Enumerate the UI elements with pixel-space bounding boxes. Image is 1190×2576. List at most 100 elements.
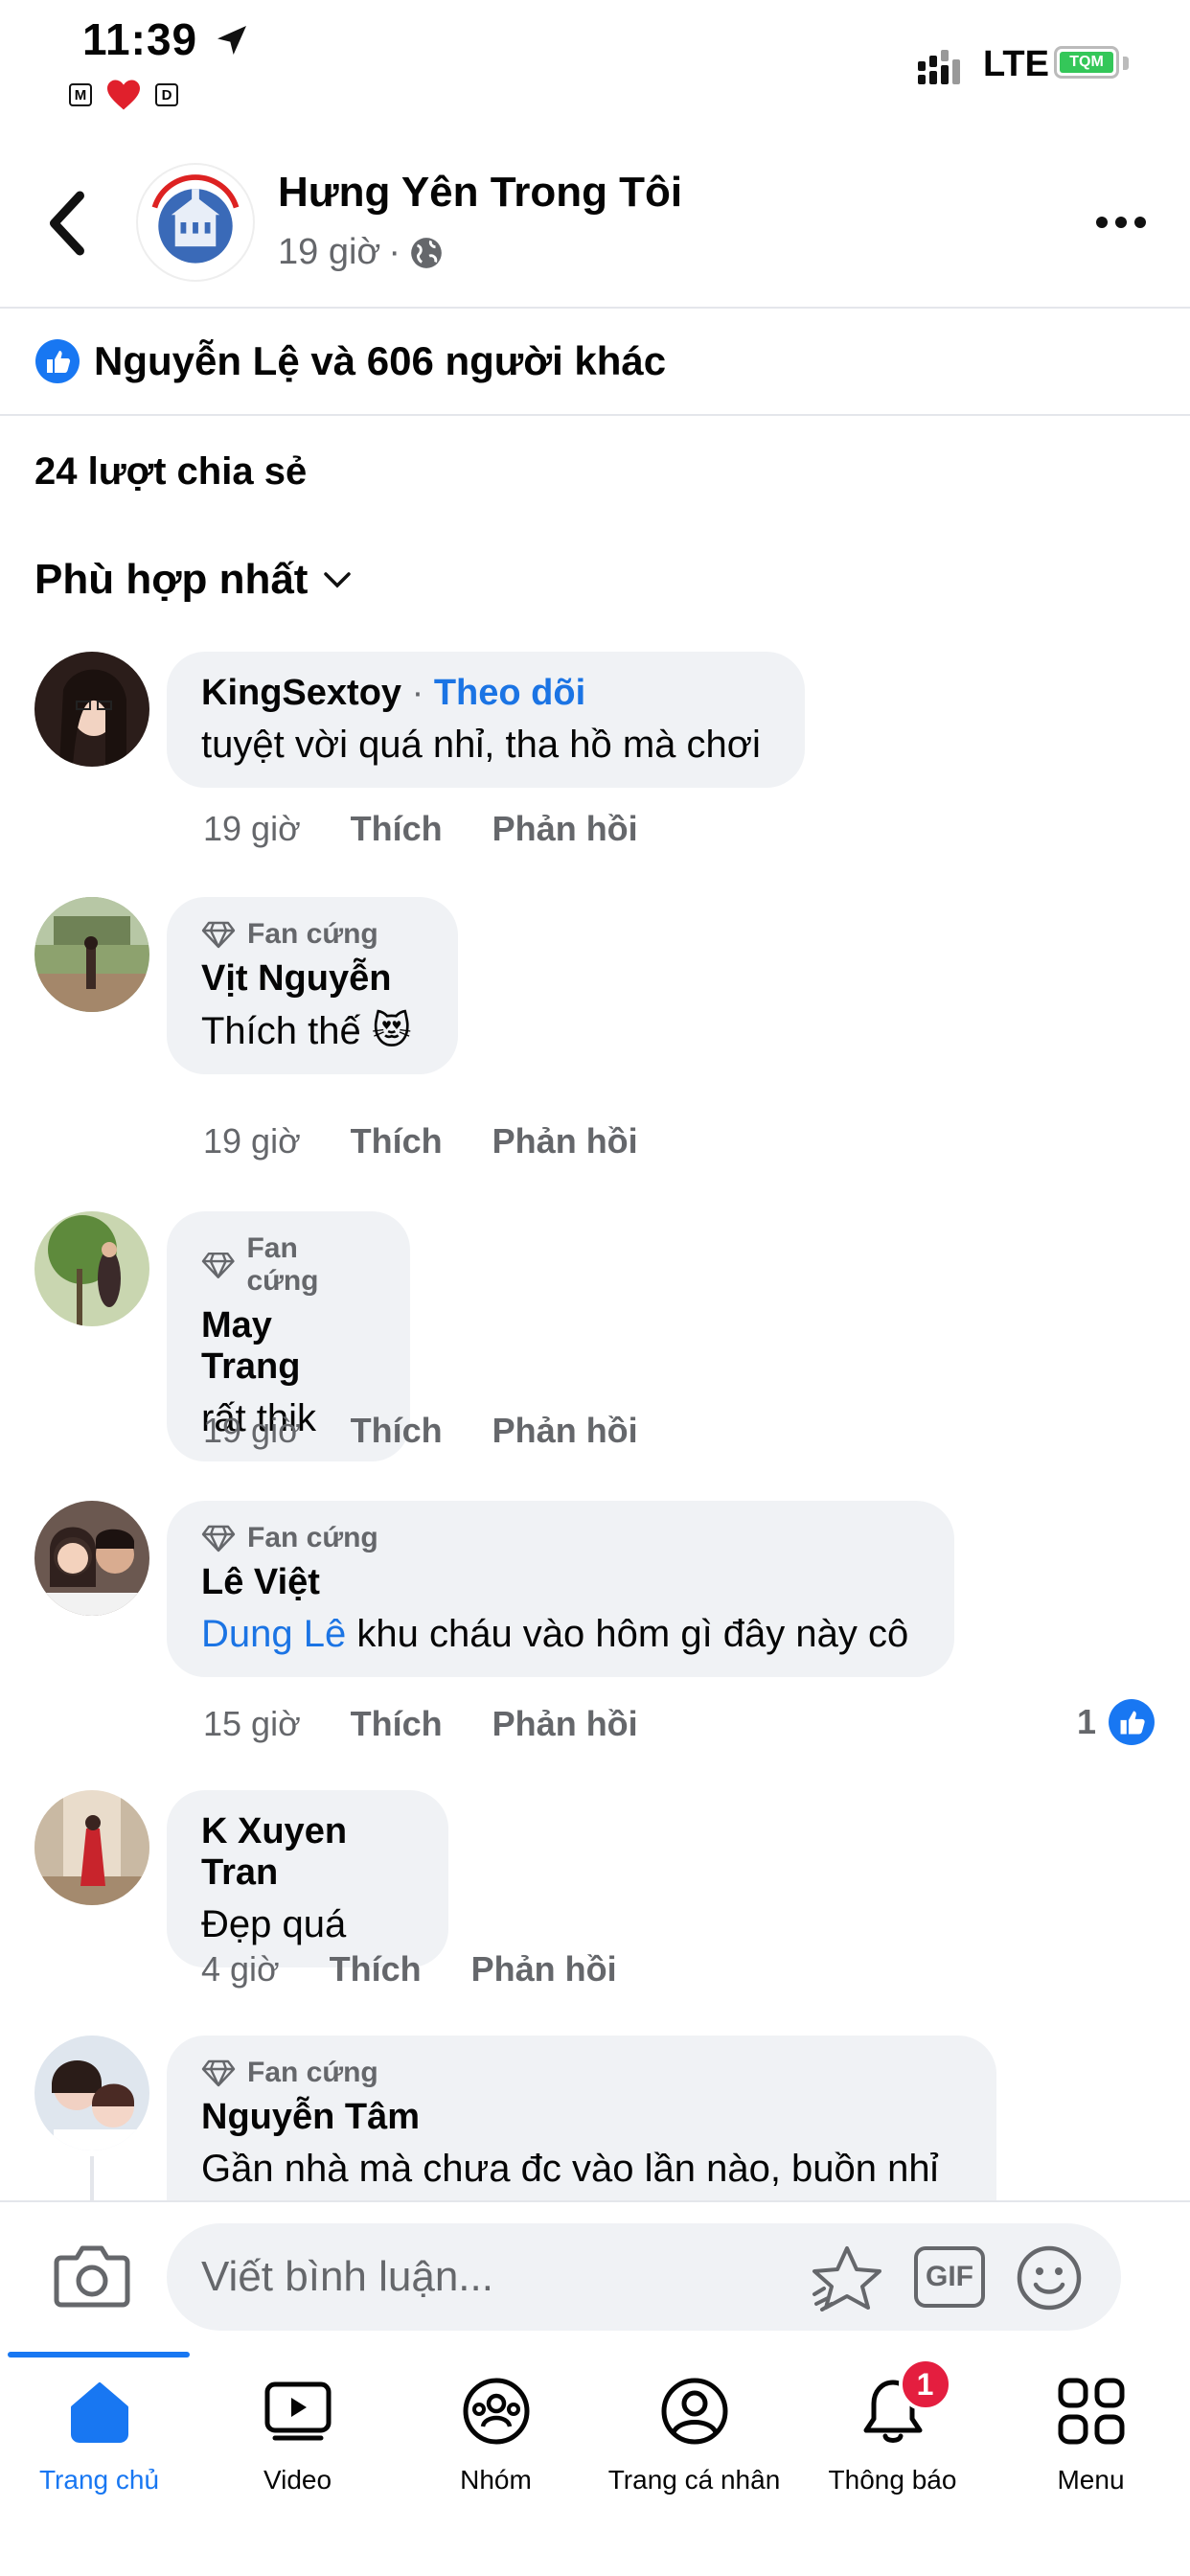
comment-time: 19 giờ [203,1411,301,1450]
like-button[interactable]: Thích [351,1704,443,1744]
meta-separator: · [388,232,400,272]
status-bar: 11:39 M D LTE TQM [0,0,1190,144]
comment-actions: 19 giờ Thích Phản hồi [203,1121,638,1162]
globe-icon [411,237,442,268]
shares-count[interactable]: 24 lượt chia sẻ [34,450,307,494]
comment-bubble[interactable]: KingSextoy · Theo dõi tuyệt vời quá nhỉ,… [167,652,805,788]
fan-badge-label: Fan cứng [246,1232,319,1297]
fan-badge: Fan cứng [201,1522,920,1554]
back-arrow-icon[interactable] [44,190,92,257]
page-avatar[interactable] [136,163,255,282]
tab-menu[interactable]: Menu [992,2375,1190,2547]
commenter-avatar[interactable] [34,652,149,767]
location-arrow-icon [217,26,246,55]
reactions-text: Nguyễn Lệ và 606 người khác [94,338,667,383]
like-button[interactable]: Thích [351,1121,443,1162]
fan-badge-label: Fan cứng [247,2057,378,2088]
commenter-avatar[interactable] [34,897,149,1012]
tab-label: Thông báo [828,2465,957,2495]
comment-time: 19 giờ [203,1121,301,1161]
active-tab-indicator [8,2352,190,2358]
reply-thread-line [90,2156,94,2204]
reply-button[interactable]: Phản hồi [492,1121,638,1162]
commenter-avatar[interactable] [34,1790,149,1905]
like-button[interactable]: Thích [330,1949,422,1990]
chevron-down-icon [324,572,352,588]
commenter-name[interactable]: Lê Việt [201,1562,920,1603]
reactions-summary[interactable]: Nguyễn Lệ và 606 người khác [0,309,1190,416]
reply-button[interactable]: Phản hồi [471,1949,617,1990]
mini-m-icon: M [69,83,92,106]
reaction-count: 1 [1077,1702,1097,1741]
avatar-photo-icon [34,2036,149,2150]
commenter-name[interactable]: Nguyễn Tâm [201,2097,962,2138]
commenter-name-text[interactable]: KingSextoy [201,673,401,713]
camera-icon[interactable] [54,2241,130,2310]
diamond-icon [201,2059,236,2087]
like-button[interactable]: Thích [351,1411,443,1451]
notification-badge: 1 [898,2358,952,2411]
comment-actions: 4 giờ Thích Phản hồi [201,1949,617,1990]
tab-home[interactable]: Trang chủ [0,2375,198,2547]
avatar-photo-icon [34,1790,149,1905]
post-header: Hưng Yên Trong Tôi 19 giờ · [0,144,1190,309]
comment-bubble[interactable]: Fan cứng Nguyễn Tâm Gần nhà mà chưa đc v… [167,2036,996,2200]
more-options-icon[interactable] [1092,203,1150,242]
page-name[interactable]: Hưng Yên Trong Tôi [278,169,682,217]
tab-groups[interactable]: Nhóm [397,2375,595,2547]
comment-input[interactable] [201,2246,795,2308]
tab-profile[interactable]: Trang cá nhân [595,2375,793,2547]
tab-notifications[interactable]: 1 Thông báo [793,2358,992,2547]
commenter-avatar[interactable] [34,1211,149,1326]
tab-label: Trang cá nhân [607,2465,781,2495]
commenter-avatar[interactable] [34,2036,149,2150]
fan-badge: Fan cứng [201,918,423,951]
commenter-name[interactable]: Vịt Nguyễn [201,958,423,1000]
comment-text: Đẹp quá [201,1903,347,1945]
reply-button[interactable]: Phản hồi [492,1411,638,1451]
tab-label: Video [263,2465,332,2495]
commenter-avatar[interactable] [34,1501,149,1616]
home-icon [70,2382,128,2443]
comment-reaction-count[interactable]: 1 [1077,1698,1156,1746]
signal-icon [918,50,960,84]
follow-link[interactable]: Theo dõi [434,673,585,713]
avatar-photo-icon [34,652,149,767]
like-button[interactable]: Thích [351,809,443,849]
comment-sort-dropdown[interactable]: Phù hợp nhất [34,556,352,604]
comment-bubble[interactable]: Fan cứng Lê Việt Dung Lê khu cháu vào hô… [167,1501,954,1677]
comment-item: Fan cứng Nguyễn Tâm Gần nhà mà chưa đc v… [0,2036,1190,2200]
reply-button[interactable]: Phản hồi [492,809,638,849]
battery-icon: TQM [1054,46,1119,79]
reply-button[interactable]: Phản hồi [492,1704,638,1744]
commenter-name[interactable]: KingSextoy · Theo dõi [201,673,770,714]
comment-input-pill[interactable]: GIF [167,2223,1121,2331]
tab-video[interactable]: Video [198,2375,397,2547]
post-meta: 19 giờ · [278,232,445,273]
status-mini-icons: M D [69,79,178,111]
emoji-icon[interactable] [1016,2244,1083,2312]
heart-icon [107,80,140,110]
bell-wrap: 1 [857,2358,952,2448]
sticker-icon[interactable] [809,2244,885,2312]
tab-label: Trang chủ [38,2465,160,2495]
groups-icon [463,2378,529,2445]
mention-link[interactable]: Dung Lê [201,1613,346,1655]
comment-time: 15 giờ [203,1704,301,1743]
comment-actions: 19 giờ Thích Phản hồi [203,809,638,849]
profile-icon [661,2378,727,2445]
comment-text: tuyệt vời quá nhỉ, tha hồ mà chơi [201,724,761,766]
gif-button[interactable]: GIF [914,2246,985,2308]
menu-grid-icon [1058,2378,1124,2445]
comment-time: 4 giờ [201,1949,280,1989]
comment-bubble[interactable]: Fan cứng Vịt Nguyễn Thích thế 😻 [167,897,458,1074]
commenter-name[interactable]: May Trang [201,1305,376,1388]
fan-badge-label: Fan cứng [247,918,378,950]
comment-bubble[interactable]: K Xuyen Tran Đẹp quá [167,1790,448,1967]
sort-label: Phù hợp nhất [34,556,309,603]
diamond-icon [201,1525,236,1552]
commenter-name[interactable]: K Xuyen Tran [201,1811,414,1894]
fan-badge-label: Fan cứng [247,1522,378,1553]
page-logo-icon [141,168,250,277]
comment-text-body: khu cháu vào hôm gì đây này cô [346,1613,909,1655]
